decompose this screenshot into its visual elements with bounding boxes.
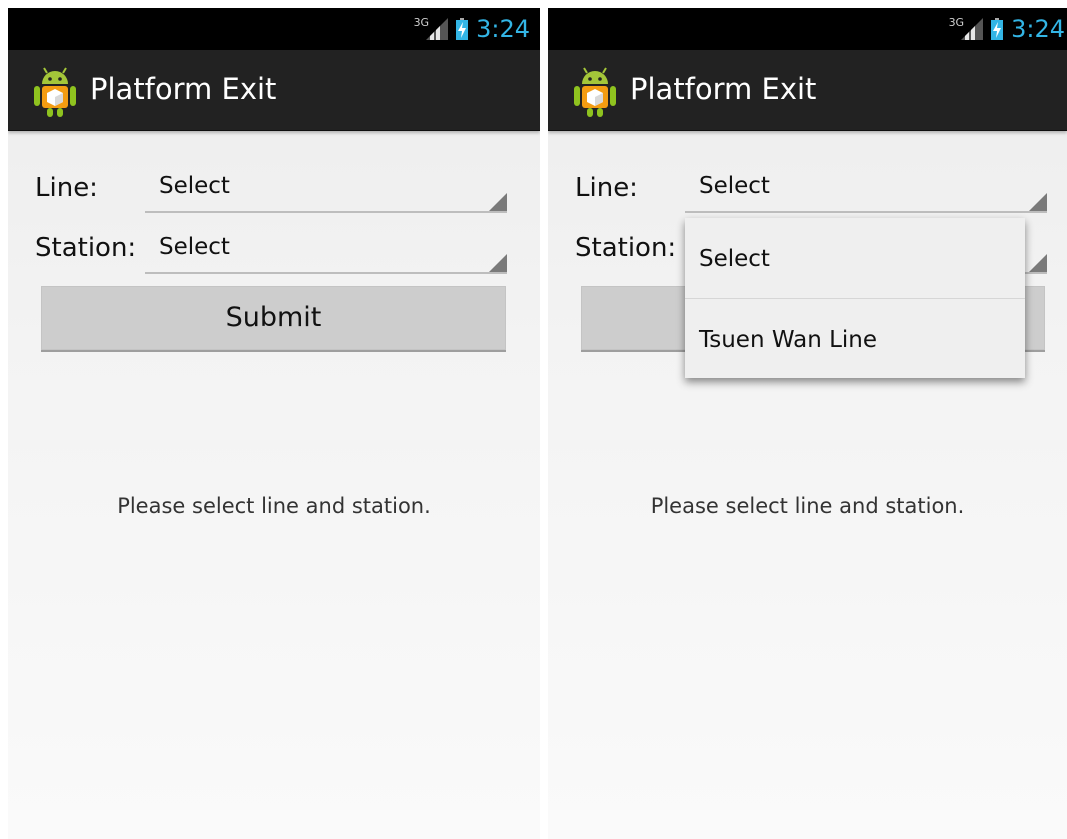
spinner-arrow-icon [489, 193, 507, 211]
status-message: Please select line and station. [650, 494, 965, 518]
line-dropdown-list: Select Tsuen Wan Line [685, 218, 1025, 378]
station-spinner-value: Select [159, 234, 230, 260]
signal-icon [961, 18, 984, 40]
status-message: Please select line and station. [117, 494, 431, 518]
spinner-arrow-icon [489, 254, 507, 272]
dropdown-option-tsuen-wan-line[interactable]: Tsuen Wan Line [685, 298, 1025, 378]
dropdown-option-select[interactable]: Select [685, 218, 1025, 298]
station-label: Station: [575, 233, 677, 263]
line-spinner-value: Select [699, 173, 770, 199]
status-cluster: 3G 3:24 [949, 14, 1065, 44]
action-bar: Platform Exit [548, 50, 1067, 131]
station-spinner[interactable]: Select [145, 228, 507, 274]
spinner-arrow-icon [1029, 254, 1047, 272]
line-spinner[interactable]: Select [145, 167, 507, 213]
line-label: Line: [35, 173, 98, 203]
action-bar: Platform Exit [8, 50, 540, 131]
phone-screen-dropdown-open: 3G 3:24 Platform Exit Line: Select Stati… [548, 8, 1067, 839]
signal-icon [426, 18, 449, 40]
station-label: Station: [35, 233, 137, 263]
android-app-icon [574, 67, 616, 117]
app-title: Platform Exit [90, 72, 277, 106]
network-type-label: 3G [413, 15, 430, 29]
spinner-arrow-icon [1029, 193, 1047, 211]
android-app-icon [34, 67, 76, 117]
clock: 3:24 [1011, 15, 1065, 43]
battery-charging-icon [991, 18, 1004, 40]
app-title: Platform Exit [630, 72, 817, 106]
phone-screen-default: 3G 3:24 Platform Exit Line: Select Stati… [8, 8, 540, 839]
status-bar: 3G 3:24 [8, 8, 540, 50]
line-spinner[interactable]: Select [685, 167, 1047, 213]
clock: 3:24 [476, 15, 530, 43]
network-type-label: 3G [948, 15, 965, 29]
status-bar: 3G 3:24 [548, 8, 1067, 50]
submit-button[interactable]: Submit [41, 286, 506, 350]
status-cluster: 3G 3:24 [414, 14, 530, 44]
line-spinner-value: Select [159, 173, 230, 199]
battery-charging-icon [456, 18, 469, 40]
line-label: Line: [575, 173, 638, 203]
